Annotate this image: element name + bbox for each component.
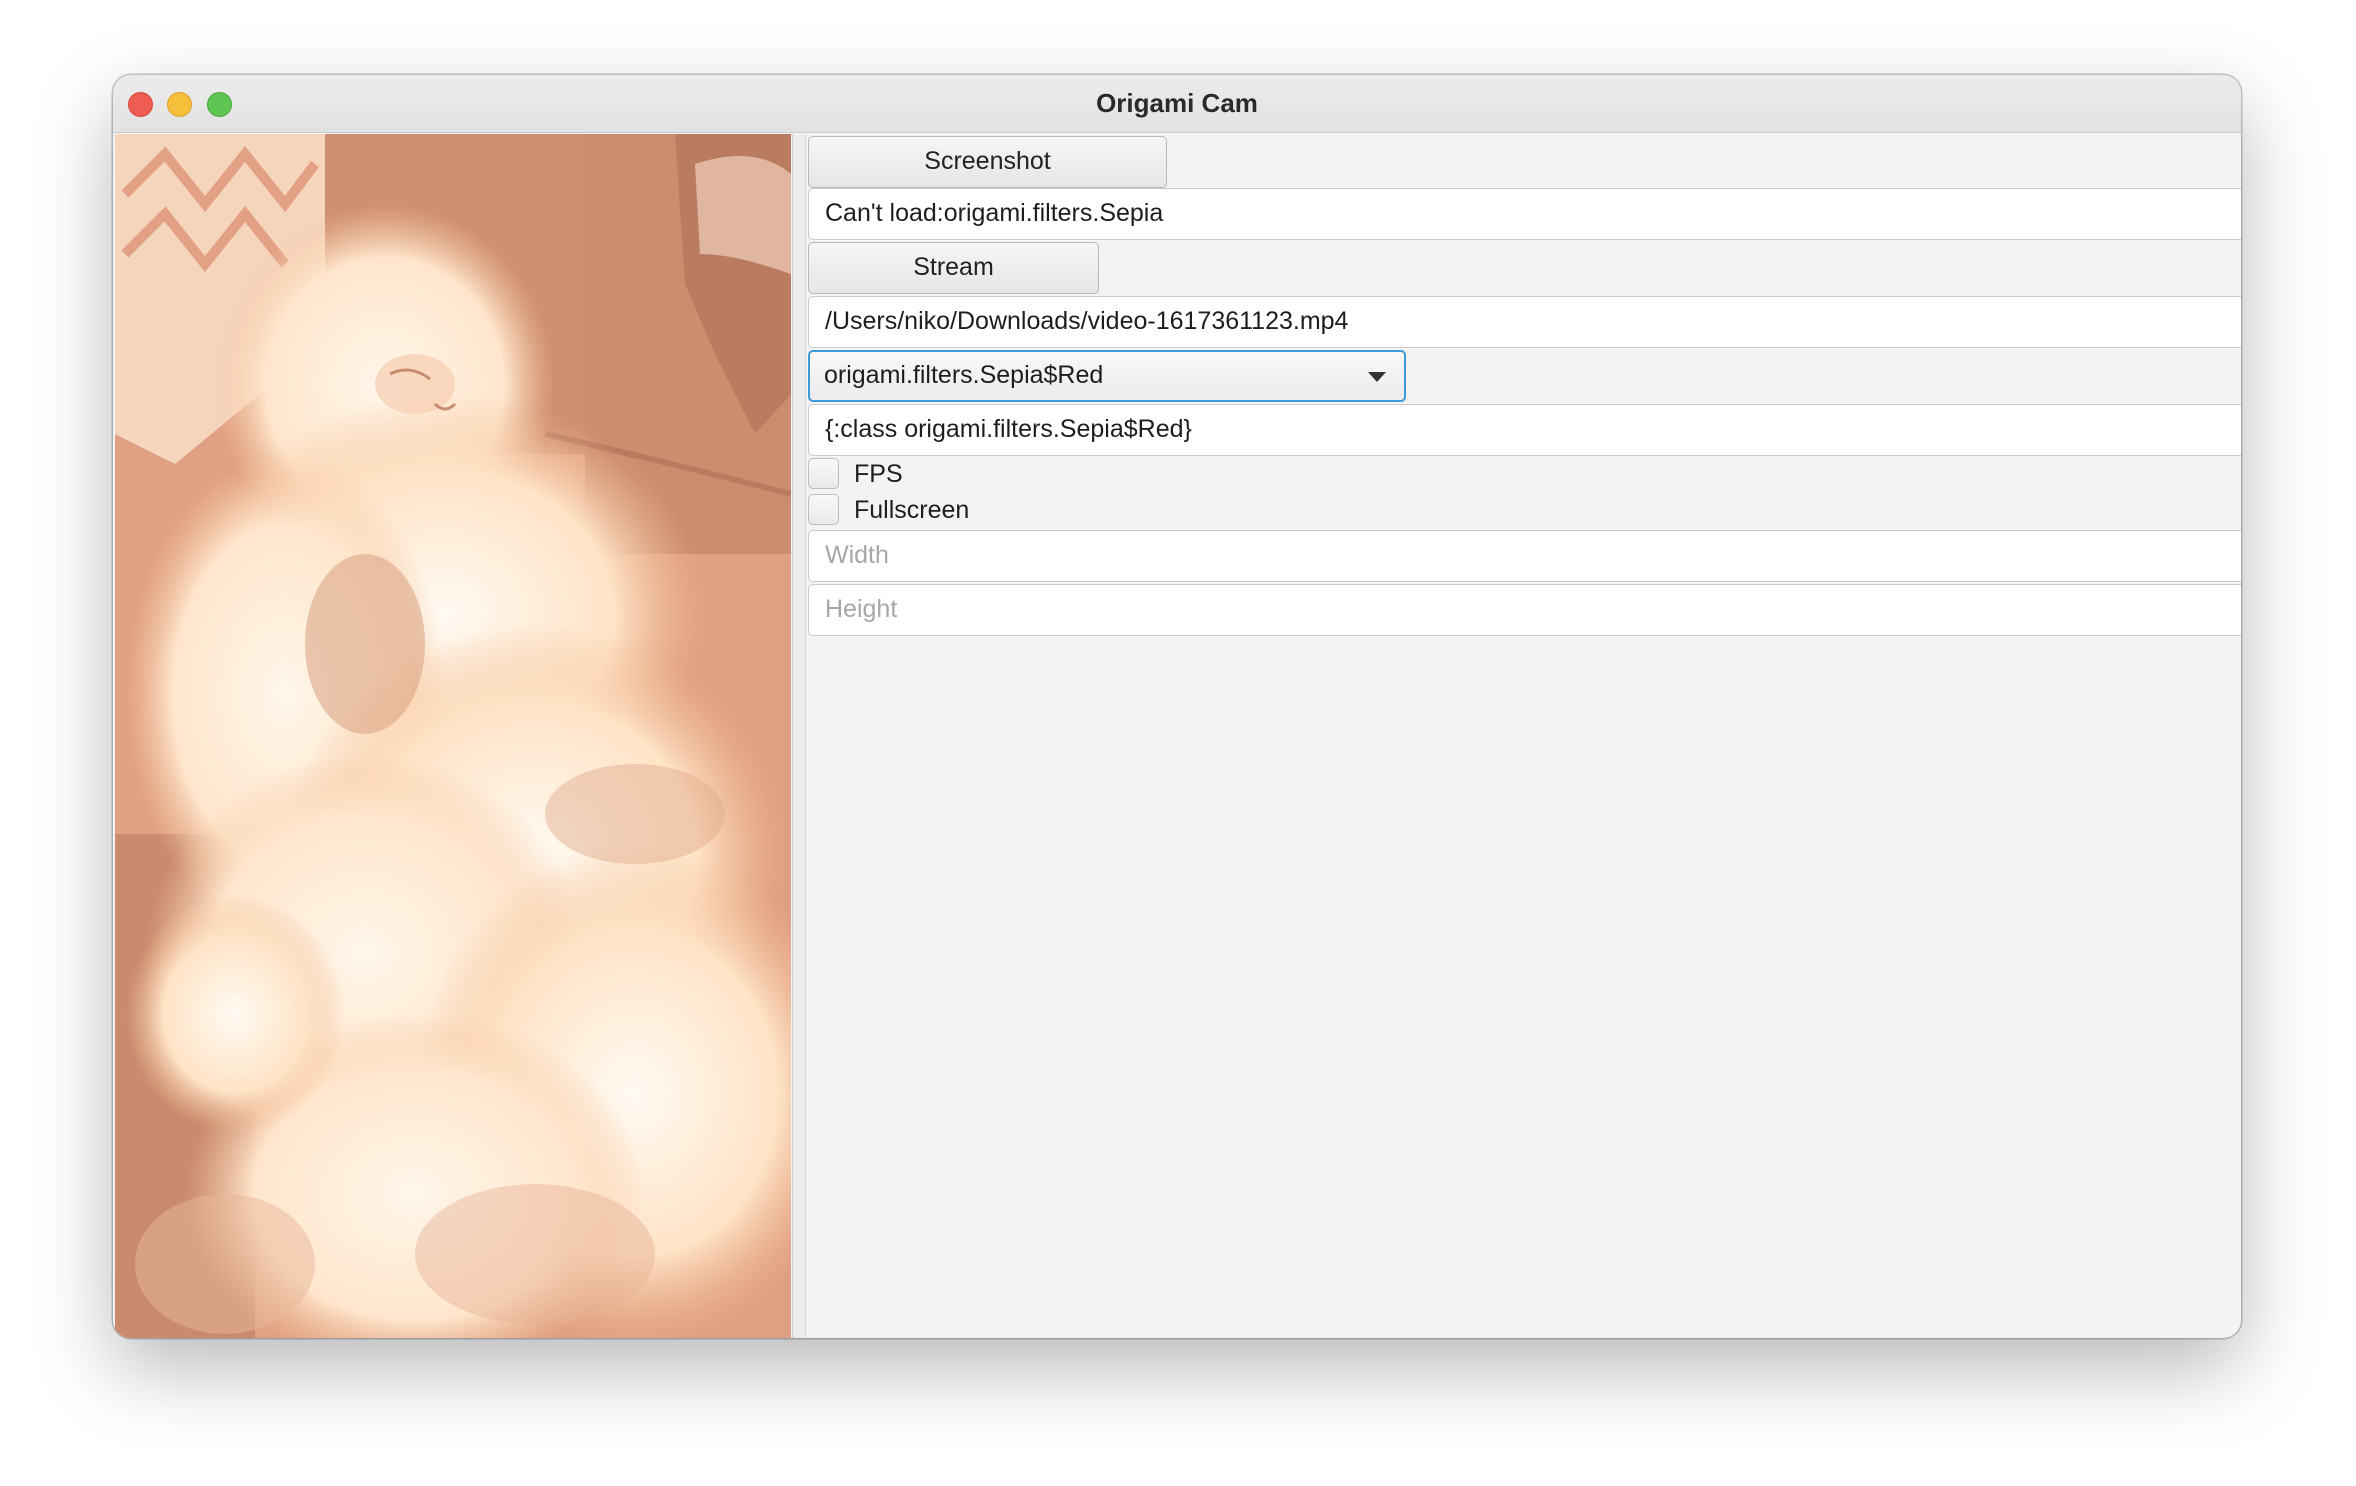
status-field[interactable]: Can't load:origami.filters.Sepia [808,188,2241,240]
camera-preview [115,134,791,1338]
fps-checkbox[interactable] [808,458,839,489]
app-window: Origami Cam Screenshot Can't load:origam… [113,75,2241,1338]
chevron-down-icon [1368,372,1386,382]
window-title: Origami Cam [1096,88,1258,118]
filter-options-field[interactable]: {:class origami.filters.Sepia$Red} [808,404,2241,456]
screenshot-button[interactable]: Screenshot [808,136,1167,188]
controls-panel: Screenshot Can't load:origami.filters.Se… [806,134,2241,1338]
fullscreen-checkbox[interactable] [808,494,839,525]
filter-select[interactable]: origami.filters.Sepia$Red [808,350,1406,402]
width-input[interactable]: Width [808,530,2241,582]
title-bar[interactable]: Origami Cam [113,75,2241,133]
stream-path-field[interactable]: /Users/niko/Downloads/video-1617361123.m… [808,296,2241,348]
fullscreen-label: Fullscreen [854,496,970,524]
camera-preview-image [115,134,791,1338]
split-pane-divider[interactable] [792,134,806,1338]
stream-button[interactable]: Stream [808,242,1099,294]
filter-select-value: origami.filters.Sepia$Red [824,361,1104,389]
fps-label: FPS [854,460,903,488]
main-content: Screenshot Can't load:origami.filters.Se… [113,134,2241,1338]
height-input[interactable]: Height [808,584,2241,636]
